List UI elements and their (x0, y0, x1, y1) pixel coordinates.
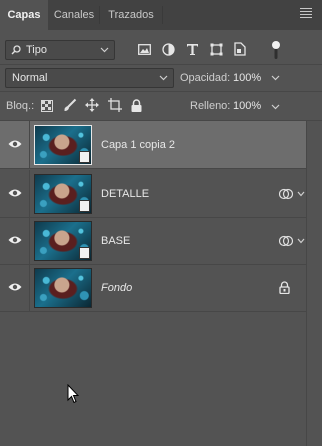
eye-icon (8, 236, 22, 244)
lock-transparent-pixels-icon[interactable] (41, 100, 53, 112)
layer-name[interactable]: Fondo (101, 264, 132, 312)
filter-toggle-icon[interactable] (271, 40, 281, 60)
layer-thumbnail[interactable] (34, 174, 92, 214)
visibility-toggle[interactable] (0, 121, 30, 169)
smart-filters-icon[interactable] (279, 235, 293, 247)
fill-input[interactable]: 100% (233, 96, 265, 116)
tab-canales[interactable]: Canales (49, 0, 99, 30)
tab-capas[interactable]: Capas (0, 0, 48, 30)
eye-icon (8, 189, 22, 197)
layer-row[interactable]: DETALLE (0, 170, 306, 218)
smart-object-filter-icon[interactable] (234, 42, 246, 56)
layer-filter-kind-select[interactable]: Tipo (5, 40, 115, 60)
layer-row[interactable]: BASE (0, 217, 306, 265)
tab-trazados[interactable]: Trazados (100, 0, 162, 30)
tab-separator (162, 6, 163, 24)
layer-row[interactable]: Fondo (0, 264, 306, 312)
lock-position-icon[interactable] (85, 98, 99, 112)
layers-scrollbar[interactable] (306, 121, 322, 446)
adjustment-filter-icon[interactable] (162, 43, 175, 56)
layer-name[interactable]: Capa 1 copia 2 (101, 121, 175, 169)
chevron-down-icon (159, 75, 168, 81)
filter-kind-value: Tipo (26, 44, 47, 56)
lock-artboard-icon[interactable] (108, 98, 122, 112)
layer-name[interactable]: DETALLE (101, 170, 149, 218)
layer-thumbnail[interactable] (34, 221, 92, 261)
lock-all-icon[interactable] (131, 99, 142, 112)
visibility-toggle[interactable] (0, 264, 30, 312)
image-filter-icon[interactable] (138, 43, 151, 56)
smart-filters-icon[interactable] (279, 188, 293, 200)
lock-icon[interactable] (279, 281, 290, 294)
divider (0, 64, 322, 65)
blend-mode-select[interactable]: Normal (5, 68, 174, 88)
type-filter-icon[interactable] (186, 43, 199, 56)
layer-thumbnail[interactable] (34, 125, 92, 165)
eye-icon (8, 283, 22, 291)
chevron-down-icon (100, 47, 109, 53)
layer-row[interactable]: Capa 1 copia 2 (0, 121, 306, 169)
smart-object-badge-icon (79, 247, 90, 259)
visibility-toggle[interactable] (0, 170, 30, 218)
shape-filter-icon[interactable] (210, 43, 223, 56)
expand-chevron-icon[interactable] (297, 191, 305, 197)
blend-mode-value: Normal (12, 72, 48, 84)
opacity-label: Opacidad: (180, 72, 231, 84)
opacity-chevron-icon[interactable] (271, 75, 280, 81)
visibility-toggle[interactable] (0, 217, 30, 265)
lock-image-pixels-icon[interactable] (63, 98, 77, 112)
smart-object-badge-icon (79, 200, 90, 212)
mouse-cursor-icon (67, 384, 79, 404)
layer-thumbnail[interactable] (34, 268, 92, 308)
opacity-input[interactable]: 100% (233, 68, 265, 88)
layer-name[interactable]: BASE (101, 217, 130, 265)
fill-label: Relleno: (190, 100, 231, 112)
panel-tab-bar: Capas Canales Trazados (0, 0, 322, 30)
divider (0, 91, 322, 92)
expand-chevron-icon[interactable] (297, 238, 305, 244)
lock-label: Bloq.: (6, 100, 35, 112)
fill-chevron-icon[interactable] (271, 104, 280, 110)
panel-menu-icon[interactable] (300, 8, 312, 20)
search-icon (11, 45, 21, 55)
eye-icon (8, 140, 22, 148)
smart-object-badge-icon (79, 151, 90, 163)
